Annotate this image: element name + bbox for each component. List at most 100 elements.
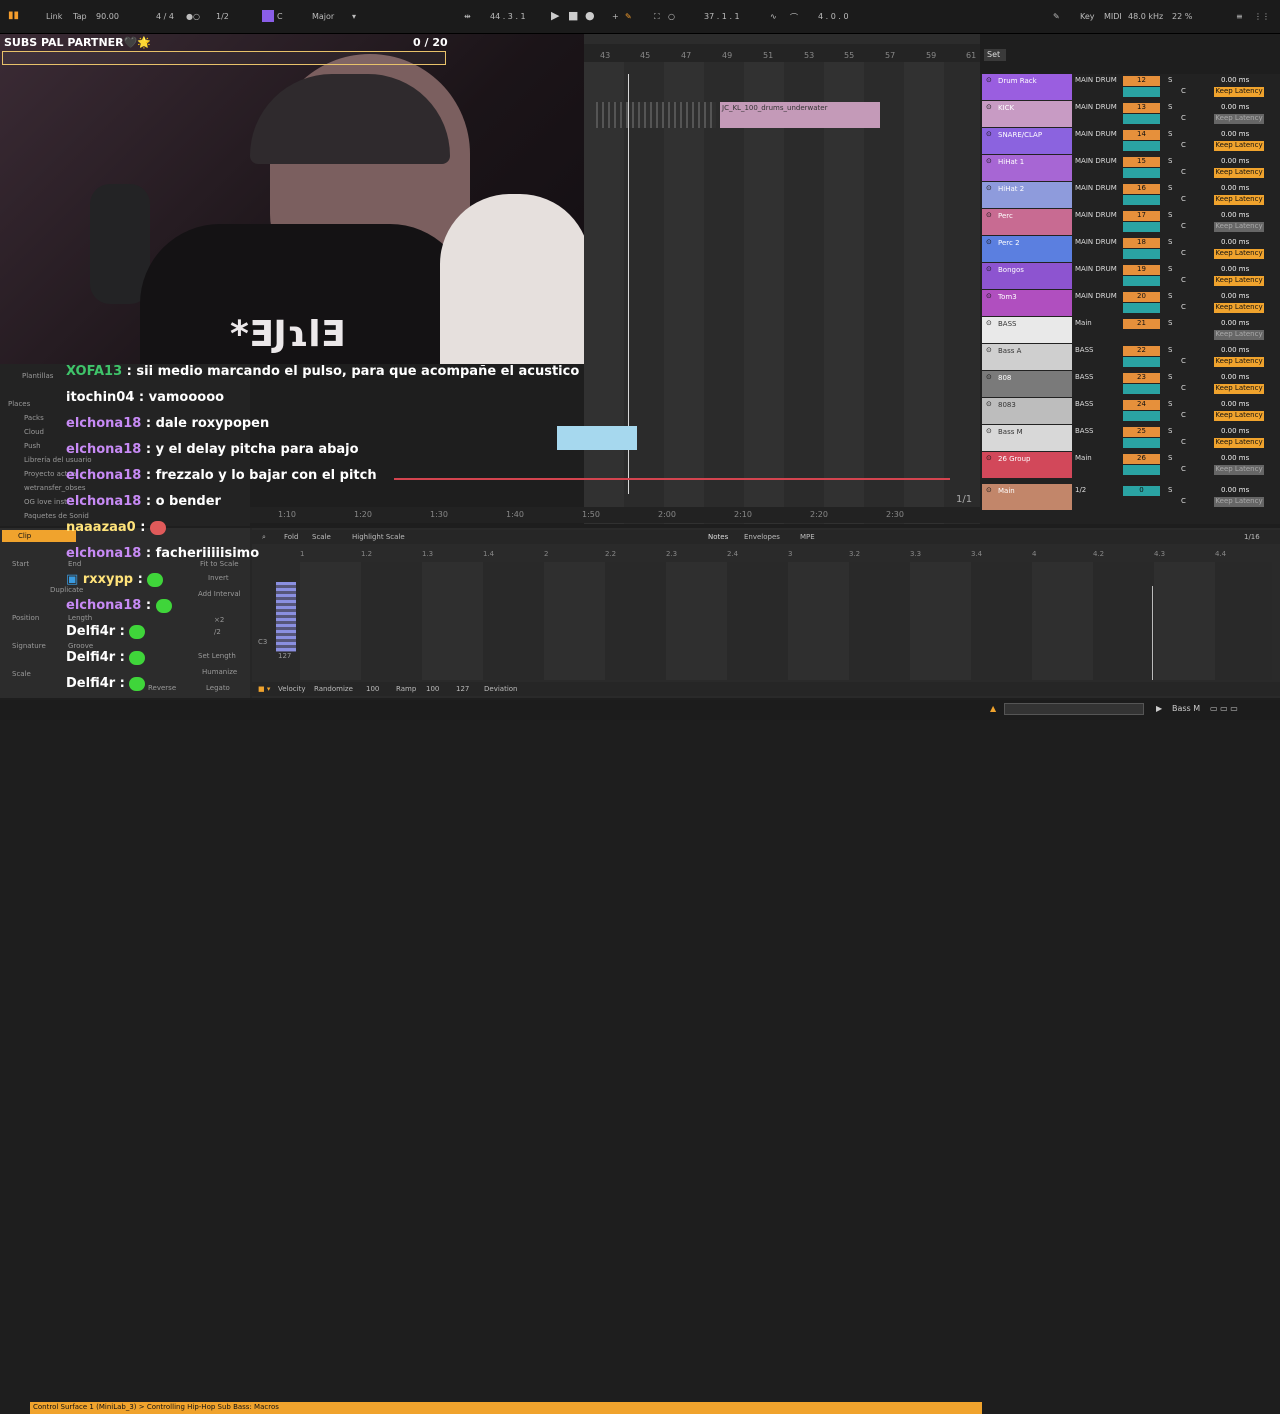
track-number[interactable]: 16: [1123, 184, 1160, 194]
keep-latency-button[interactable]: Keep Latency: [1214, 438, 1264, 448]
track-delay[interactable]: 0.00 ms: [1221, 211, 1249, 219]
c-button[interactable]: C: [1181, 195, 1186, 203]
keep-latency-button[interactable]: Keep Latency: [1214, 114, 1264, 124]
track-delay[interactable]: 0.00 ms: [1221, 184, 1249, 192]
track-delay[interactable]: 0.00 ms: [1221, 238, 1249, 246]
track-output[interactable]: MAIN DRUM: [1075, 292, 1117, 300]
track-number[interactable]: 23: [1123, 373, 1160, 383]
c-button[interactable]: C: [1181, 114, 1186, 122]
track-name[interactable]: Bass M: [982, 425, 1072, 451]
track-number[interactable]: 18: [1123, 238, 1160, 248]
track-name[interactable]: Drum Rack: [982, 74, 1072, 100]
bar-ruler[interactable]: 43 45 47 49 51 53 55 57 59 61: [584, 44, 980, 62]
track-name[interactable]: HiHat 1: [982, 155, 1072, 181]
warning-icon[interactable]: ▲: [990, 704, 996, 713]
loop-length-field[interactable]: 4 . 0 . 0: [818, 12, 849, 21]
solo-button[interactable]: S: [1168, 157, 1172, 165]
track-row[interactable]: 808BASS 23 S C 0.00 ms Keep Latency: [980, 371, 1280, 397]
track-number[interactable]: 19: [1123, 265, 1160, 275]
solo-button[interactable]: S: [1168, 373, 1172, 381]
c-button[interactable]: C: [1181, 411, 1186, 419]
solo-button[interactable]: S: [1168, 319, 1172, 327]
track-output[interactable]: MAIN DRUM: [1075, 184, 1117, 192]
tab-notes[interactable]: Notes: [708, 533, 728, 541]
pencil-icon[interactable]: ✎: [1053, 12, 1060, 21]
c-button[interactable]: C: [1181, 384, 1186, 392]
tab-envelopes[interactable]: Envelopes: [744, 533, 780, 541]
c-button[interactable]: C: [1181, 497, 1186, 505]
solo-button[interactable]: S: [1168, 184, 1172, 192]
keep-latency-button[interactable]: Keep Latency: [1214, 465, 1264, 475]
track-delay[interactable]: 0.00 ms: [1221, 292, 1249, 300]
track-delay[interactable]: 0.00 ms: [1221, 486, 1249, 494]
punch-icon[interactable]: ○: [668, 12, 675, 21]
key-map-button[interactable]: Key: [1080, 12, 1095, 21]
track-row[interactable]: BASSMain 21 S 0.00 ms Keep Latency: [980, 317, 1280, 343]
metronome-icon[interactable]: ●○: [186, 12, 200, 21]
track-name[interactable]: Tom3: [982, 290, 1072, 316]
track-delay[interactable]: 0.00 ms: [1221, 346, 1249, 354]
track-name[interactable]: HiHat 2: [982, 182, 1072, 208]
c-button[interactable]: C: [1181, 465, 1186, 473]
track-name[interactable]: SNARE/CLAP: [982, 128, 1072, 154]
key-root-field[interactable]: C: [277, 12, 283, 21]
chevron-down-icon[interactable]: ▾: [352, 12, 356, 21]
track-row[interactable]: HiHat 1MAIN DRUM 15 S C 0.00 ms Keep Latency: [980, 155, 1280, 181]
solo-button[interactable]: S: [1168, 454, 1172, 462]
track-output[interactable]: Main: [1075, 454, 1092, 462]
track-row[interactable]: Bass ABASS 22 S C 0.00 ms Keep Latency: [980, 344, 1280, 370]
view-icon[interactable]: ▭ ▭ ▭: [1210, 704, 1238, 713]
keep-latency-button[interactable]: Keep Latency: [1214, 384, 1264, 394]
tab-mpe[interactable]: MPE: [800, 533, 815, 541]
quantize-field[interactable]: 1/2: [216, 12, 229, 21]
c-button[interactable]: C: [1181, 168, 1186, 176]
keep-latency-button[interactable]: Keep Latency: [1214, 87, 1264, 97]
track-output[interactable]: MAIN DRUM: [1075, 238, 1117, 246]
link-button[interactable]: Link: [46, 12, 62, 21]
track-name[interactable]: 808: [982, 371, 1072, 397]
keep-latency-button[interactable]: Keep Latency: [1214, 222, 1264, 232]
clip-tab[interactable]: Clip: [18, 532, 31, 540]
solo-button[interactable]: S: [1168, 103, 1172, 111]
midi-clip[interactable]: [596, 102, 716, 128]
c-button[interactable]: C: [1181, 87, 1186, 95]
track-output[interactable]: MAIN DRUM: [1075, 76, 1117, 84]
record-icon[interactable]: ●: [585, 9, 595, 22]
track-number[interactable]: 26: [1123, 454, 1160, 464]
track-output[interactable]: MAIN DRUM: [1075, 157, 1117, 165]
track-output[interactable]: 1/2: [1075, 486, 1086, 494]
c-button[interactable]: C: [1181, 303, 1186, 311]
set-button[interactable]: Set: [984, 49, 1006, 61]
view-toggle-icon[interactable]: ▮▮: [8, 10, 19, 21]
keep-latency-button[interactable]: Keep Latency: [1214, 276, 1264, 286]
solo-button[interactable]: S: [1168, 486, 1172, 494]
track-name[interactable]: Bass A: [982, 344, 1072, 370]
curve-icon[interactable]: ⌒: [790, 12, 798, 23]
bass-clip[interactable]: [557, 426, 637, 450]
keep-latency-button[interactable]: Keep Latency: [1214, 141, 1264, 151]
track-delay[interactable]: 0.00 ms: [1221, 157, 1249, 165]
track-delay[interactable]: 0.00 ms: [1221, 373, 1249, 381]
track-output[interactable]: Main: [1075, 319, 1092, 327]
keep-latency-button[interactable]: Keep Latency: [1214, 168, 1264, 178]
track-number[interactable]: 20: [1123, 292, 1160, 302]
track-row[interactable]: SNARE/CLAPMAIN DRUM 14 S C 0.00 ms Keep Laten…: [980, 128, 1280, 154]
grid-size[interactable]: 1/16: [1244, 533, 1260, 541]
stop-icon[interactable]: ■: [568, 9, 578, 22]
track-output[interactable]: BASS: [1075, 427, 1093, 435]
track-row[interactable]: KICKMAIN DRUM 13 S C 0.00 ms Keep Latency: [980, 101, 1280, 127]
arrangement-view[interactable]: 43 45 47 49 51 53 55 57 59 61 JC_KL_100_…: [584, 34, 980, 524]
track-number[interactable]: 17: [1123, 211, 1160, 221]
track-delay[interactable]: 0.00 ms: [1221, 103, 1249, 111]
browser-item[interactable]: Plantillas: [22, 372, 53, 380]
track-name[interactable]: Bongos: [982, 263, 1072, 289]
draw-mode-icon[interactable]: ✎: [625, 12, 632, 21]
track-row[interactable]: HiHat 2MAIN DRUM 16 S C 0.00 ms Keep Latency: [980, 182, 1280, 208]
grid-icon[interactable]: ⋮⋮: [1254, 12, 1270, 21]
midi-map-button[interactable]: MIDI: [1104, 12, 1122, 21]
keep-latency-button[interactable]: Keep Latency: [1214, 357, 1264, 367]
track-row[interactable]: PercMAIN DRUM 17 S C 0.00 ms Keep Latency: [980, 209, 1280, 235]
track-output[interactable]: MAIN DRUM: [1075, 103, 1117, 111]
play-icon[interactable]: ▶: [551, 9, 559, 22]
track-delay[interactable]: 0.00 ms: [1221, 454, 1249, 462]
